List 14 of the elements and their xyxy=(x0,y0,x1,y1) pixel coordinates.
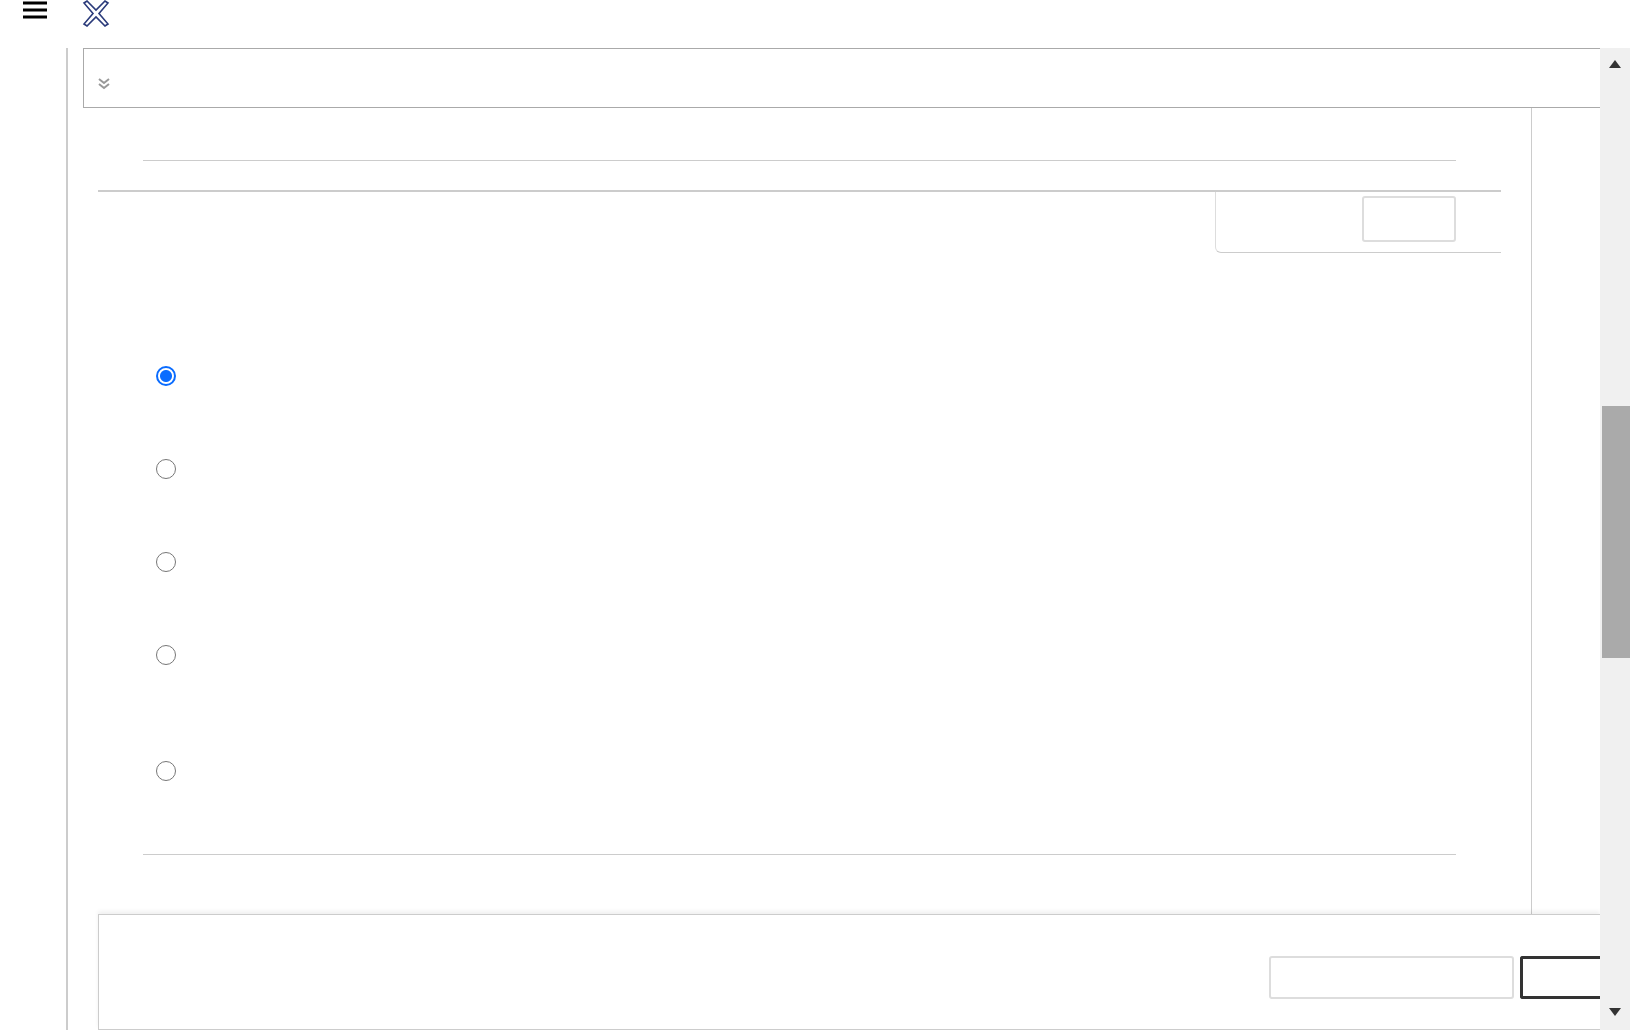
blank-button[interactable] xyxy=(1520,955,1600,999)
radio-button[interactable] xyxy=(156,645,176,665)
double-chevron-icon xyxy=(98,78,110,90)
radio-button[interactable] xyxy=(156,459,176,479)
scroll-bar[interactable] xyxy=(1600,48,1630,1030)
radio-button[interactable] xyxy=(156,761,176,781)
collapsible-header[interactable] xyxy=(83,48,1600,108)
menu-icon[interactable] xyxy=(22,0,48,22)
radio-button[interactable] xyxy=(156,366,176,386)
close-icon[interactable] xyxy=(82,0,110,27)
scroll-thumb[interactable] xyxy=(1602,406,1630,658)
radio-button[interactable] xyxy=(156,552,176,572)
scroll-down-arrow-icon[interactable] xyxy=(1609,1008,1621,1016)
scroll-up-arrow-icon[interactable] xyxy=(1609,60,1621,68)
